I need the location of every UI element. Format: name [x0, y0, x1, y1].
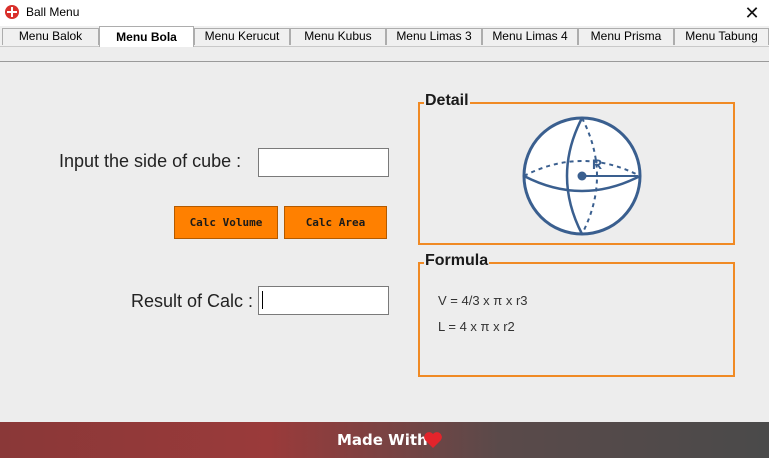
- input-side-label: Input the side of cube :: [59, 151, 242, 171]
- heart-icon: [424, 432, 442, 448]
- sphere-diagram-icon: R: [522, 116, 642, 236]
- app-icon: [5, 5, 19, 19]
- sphere-radius-label: R: [592, 156, 602, 172]
- detail-group: Detail R: [418, 92, 735, 245]
- title-bar: Ball Menu ✕: [0, 0, 769, 26]
- panel-divider: [0, 61, 769, 62]
- volume-formula: V = 4/3 x π x r3: [438, 293, 528, 308]
- tab-content-panel: Input the side of cube : Calc Volume Cal…: [0, 46, 769, 423]
- tab-menu-tabung[interactable]: Menu Tabung: [674, 28, 769, 45]
- tab-menu-kubus[interactable]: Menu Kubus: [290, 28, 386, 45]
- tab-strip: Menu Balok Menu Bola Menu Kerucut Menu K…: [0, 26, 769, 47]
- text-caret: [262, 291, 263, 309]
- tab-menu-limas-4[interactable]: Menu Limas 4: [482, 28, 578, 45]
- area-formula: L = 4 x π x r2: [438, 319, 515, 334]
- detail-title: Detail: [424, 92, 470, 110]
- tab-menu-kerucut[interactable]: Menu Kerucut: [194, 28, 290, 45]
- formula-group: Formula V = 4/3 x π x r3 L = 4 x π x r2: [418, 252, 735, 377]
- result-label: Result of Calc :: [131, 291, 254, 311]
- tab-menu-limas-3[interactable]: Menu Limas 3: [386, 28, 482, 45]
- calc-volume-button[interactable]: Calc Volume: [174, 206, 278, 239]
- footer-text: Made With: [337, 431, 428, 449]
- tab-menu-bola[interactable]: Menu Bola: [99, 26, 194, 47]
- result-field[interactable]: [258, 286, 389, 315]
- window-title: Ball Menu: [26, 5, 80, 19]
- tab-menu-balok[interactable]: Menu Balok: [2, 28, 99, 45]
- formula-title: Formula: [424, 252, 490, 270]
- side-input[interactable]: [258, 148, 389, 177]
- tab-menu-prisma[interactable]: Menu Prisma: [578, 28, 674, 45]
- footer-bar: Made With: [0, 422, 769, 458]
- calc-area-button[interactable]: Calc Area: [284, 206, 387, 239]
- close-button[interactable]: ✕: [735, 0, 769, 26]
